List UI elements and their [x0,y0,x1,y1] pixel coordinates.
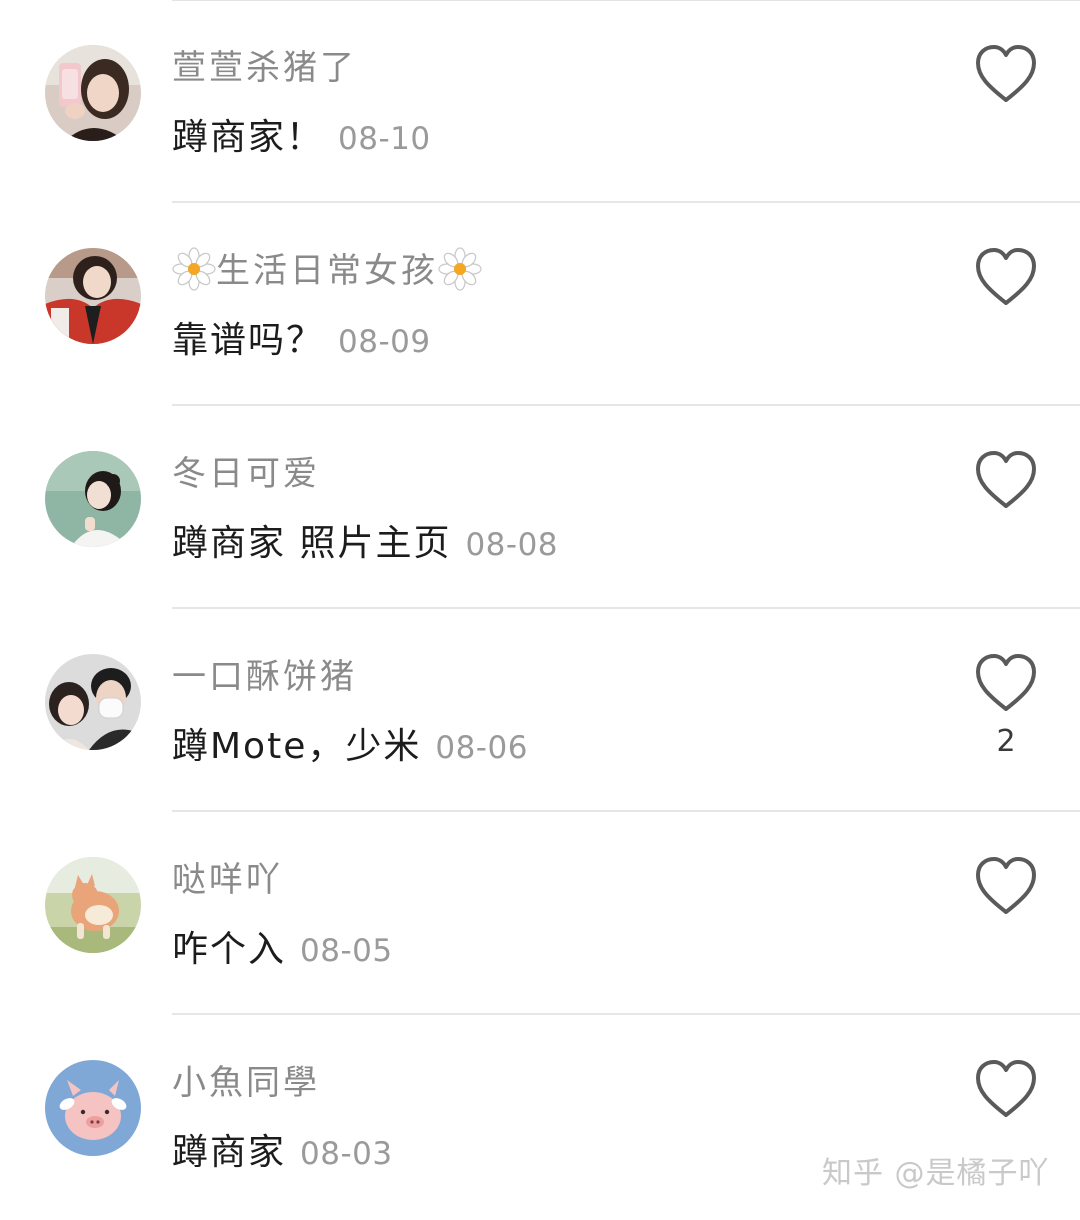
username[interactable]: 一口酥饼猪 [172,653,357,701]
heart-icon [976,654,1036,711]
like-button[interactable] [972,245,1040,309]
comment-text: 蹲Mote，少米 [172,726,422,767]
comment-date: 08-06 [435,730,528,766]
comment-body: 蹲商家 照片主页 08-08 [172,516,558,572]
comment-text: 咋个入 [172,929,287,970]
comment-date: 08-05 [300,933,393,969]
comment-body: 靠谱吗？ 08-09 [172,313,431,369]
comment-item: 一口酥饼猪 蹲Mote，少米 08-06 2 [0,609,1080,812]
comment-date: 08-08 [465,527,559,563]
avatar-photo-corgi [45,857,141,953]
avatar-photo-couple [45,654,141,750]
avatar[interactable] [45,45,141,141]
avatar-photo-girl-selfie [45,45,141,141]
comment-text: 蹲商家！ [172,117,325,158]
avatar[interactable] [45,451,141,547]
comment-body: 蹲Mote，少米 08-06 [172,719,528,775]
avatar[interactable] [45,248,141,344]
heart-icon [976,45,1036,102]
comment-text: 蹲商家 照片主页 [172,523,452,564]
comment-item: 萱萱杀猪了 蹲商家！ 08-10 [0,0,1080,203]
like-count: 2 [996,724,1016,759]
username[interactable]: 冬日可爱 [172,450,320,498]
comment-body: 蹲商家！ 08-10 [172,110,431,166]
like-button[interactable] [972,42,1040,106]
avatar[interactable] [45,857,141,953]
daisy-icon [172,247,216,291]
comment-text: 靠谱吗？ [172,320,325,361]
comment-item: 哒咩吖 咋个入 08-05 [0,812,1080,1015]
avatar[interactable] [45,654,141,750]
like-button[interactable] [972,1057,1040,1121]
comment-date: 08-09 [338,324,431,360]
comment-date: 08-03 [300,1136,393,1172]
like-button[interactable] [972,448,1040,512]
comment-item: 生活日常女孩 靠谱吗？ 08-09 [0,203,1080,406]
comment-list: 萱萱杀猪了 蹲商家！ 08-10 生活日常女孩 靠谱吗？ 08-09 冬日可爱 … [0,0,1080,1220]
heart-icon [976,248,1036,305]
comment-body: 咋个入 08-05 [172,922,393,978]
avatar-photo-girl-red [45,248,141,344]
heart-icon [976,857,1036,914]
avatar-photo-girl-lake [45,451,141,547]
username[interactable]: 小魚同學 [172,1059,320,1107]
comment-date: 08-10 [338,121,431,157]
username-text: 生活日常女孩 [216,251,438,291]
username[interactable]: 生活日常女孩 [172,247,482,295]
username[interactable]: 哒咩吖 [172,856,283,904]
like-button[interactable] [972,854,1040,918]
heart-icon [976,451,1036,508]
comment-item: 冬日可爱 蹲商家 照片主页 08-08 [0,406,1080,609]
avatar-pig-cartoon [45,1060,141,1156]
comment-body: 蹲商家 08-03 [172,1125,393,1181]
daisy-icon [438,247,482,291]
watermark: 知乎 @是橘子吖 [822,1156,1050,1191]
comment-text: 蹲商家 [172,1132,287,1173]
heart-icon [976,1060,1036,1117]
username[interactable]: 萱萱杀猪了 [172,44,357,92]
like-button[interactable] [972,651,1040,715]
avatar[interactable] [45,1060,141,1156]
